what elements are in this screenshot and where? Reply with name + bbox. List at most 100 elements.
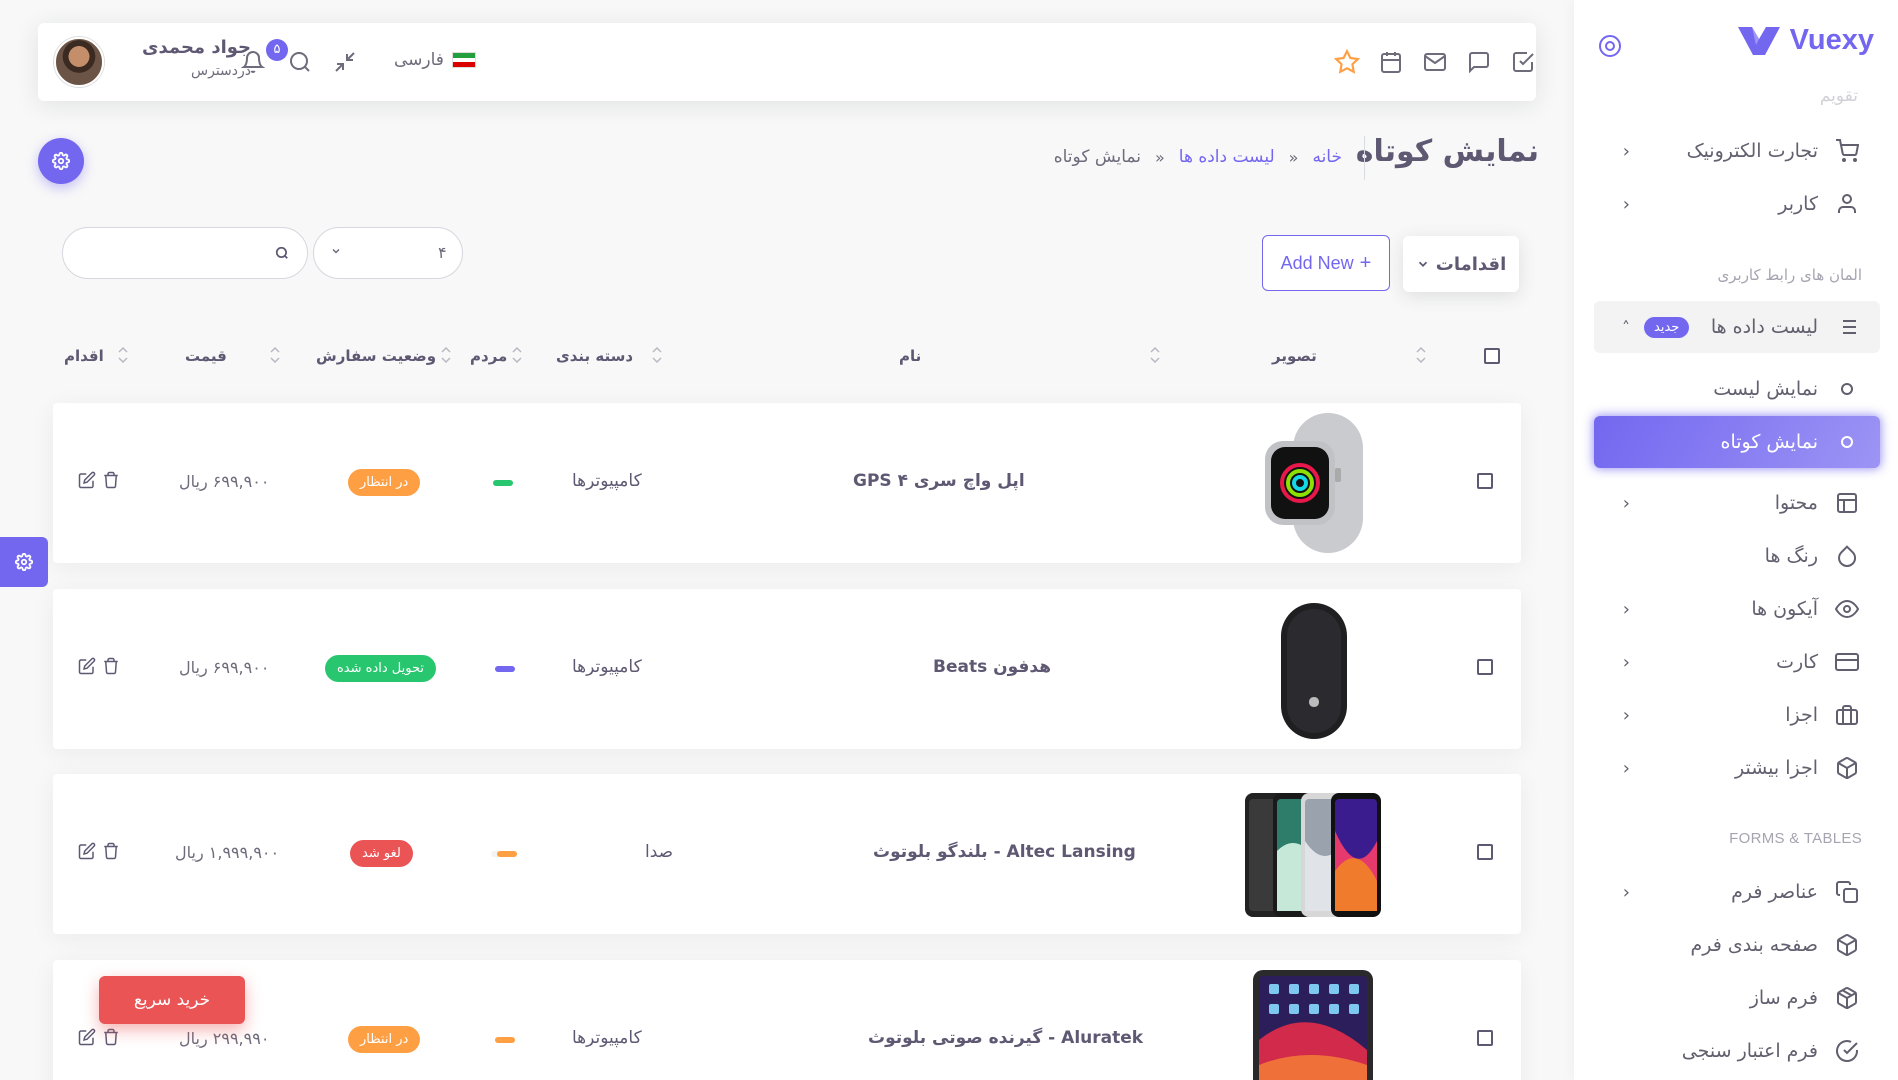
language-dropdown[interactable]: فارسی [394,50,476,70]
section-header-forms: FORMS & TABLES [1729,830,1862,847]
sidebar-item-ecommerce[interactable]: تجارت الکترونیک ‹ [1594,125,1880,177]
avatar[interactable] [54,37,104,87]
sidebar-item-components[interactable]: اجزا ‹ [1594,689,1880,741]
chevron-left-icon: ‹ [1622,140,1630,162]
search-input[interactable] [81,240,261,266]
sidebar-item-datatable[interactable]: لیست داده ها جدید ˄ [1594,301,1880,353]
header-price[interactable]: قیمت [185,347,227,365]
product-price: ۱,۹۹۹,۹۰۰ ریال [175,843,280,862]
status-badge: لغو شد [350,840,413,867]
header-name[interactable]: نام [899,347,921,365]
edit-icon[interactable] [78,471,96,489]
sidebar-item-label: نمایش لیست [1713,378,1818,400]
trash-icon[interactable] [102,657,120,675]
gear-icon [15,553,33,571]
select-all-checkbox[interactable] [1484,348,1500,364]
product-image-iphones [1243,791,1383,919]
sidebar-item-colors[interactable]: رنگ ها [1594,530,1880,582]
sort-icon[interactable] [118,347,128,363]
settings-button[interactable] [38,138,84,184]
sidebar-item-form-layout[interactable]: صفحه بندی فرم [1594,919,1880,971]
sidebar-item-content[interactable]: محتوا ‹ [1594,477,1880,529]
calendar-icon[interactable] [1378,49,1404,75]
sidebar-item-form-validation[interactable]: فرم اعتبار سنجی [1594,1025,1880,1077]
layout-icon [1834,490,1860,516]
sort-icon[interactable] [1416,347,1426,363]
row-checkbox[interactable] [1477,844,1493,860]
header-status[interactable]: وضعیت سفارش [316,347,436,365]
breadcrumb-home[interactable]: خانه [1312,147,1342,167]
product-name: هدفون Beats [933,657,1052,677]
table-row[interactable]: Altec Lansing - بلندگو بلوتوث صدا لغو شد… [53,774,1521,934]
search-field[interactable] [62,227,308,279]
sort-icon[interactable] [441,347,451,363]
trash-icon[interactable] [102,1028,120,1046]
sidebar: Vuexy تقویم تجارت الکترونیک ‹ کاربر ‹ ال… [1574,0,1898,1080]
product-price: ۶۹۹,۹۰۰ ریال [179,658,270,677]
header-popularity[interactable]: مردم [470,347,507,365]
popularity-bar [495,1037,515,1043]
minimize-icon[interactable] [332,49,358,75]
row-checkbox[interactable] [1477,473,1493,489]
package-icon [1834,985,1860,1011]
edit-icon[interactable] [78,842,96,860]
sidebar-subitem-list-view[interactable]: نمایش لیست [1594,363,1880,415]
sort-icon[interactable] [270,347,280,363]
bell-icon[interactable] [240,49,266,75]
brand[interactable]: Vuexy [1737,24,1874,57]
table-row[interactable]: اپل واچ سری ۴ GPS کامپیوترها در انتظار ۶… [53,403,1521,563]
sidebar-toggle-icon[interactable] [1598,34,1622,58]
chevron-left-icon: ‹ [1622,492,1630,514]
product-name: Altec Lansing - بلندگو بلوتوث [873,842,1136,862]
search-icon[interactable] [287,49,313,75]
user-name[interactable]: جواد محمدی [142,37,251,58]
header-category[interactable]: دسته بندی [556,347,633,365]
brand-name: Vuexy [1789,24,1874,56]
sidebar-item-extra-components[interactable]: اجزا بیشتر ‹ [1594,742,1880,794]
edit-icon[interactable] [78,1028,96,1046]
sidebar-item-user[interactable]: کاربر ‹ [1594,178,1880,230]
actions-label: اقدامات [1435,253,1507,275]
chat-icon[interactable] [1466,49,1492,75]
sidebar-item-card[interactable]: کارت ‹ [1594,636,1880,688]
circle-icon [1834,376,1860,402]
per-page-select[interactable]: ۴ [313,227,463,279]
sidebar-item-form-wizard[interactable]: فرم ساز [1594,972,1880,1024]
table-row[interactable]: Aluratek - گیرنده صوتی بلوتوث کامپیوترها… [53,960,1521,1080]
table-row[interactable]: هدفون Beats کامپیوترها تحویل داده شده ۶۹… [53,589,1521,749]
sidebar-subitem-thumb-view[interactable]: نمایش کوتاه [1594,416,1880,468]
credit-card-icon [1834,649,1860,675]
add-new-button[interactable]: Add New + [1262,235,1390,291]
product-image-magic-mouse [1279,601,1349,741]
list-icon [1834,314,1860,340]
iran-flag-icon [451,52,476,68]
chevron-left-icon: ‹ [1622,598,1630,620]
sidebar-item-icons[interactable]: آیکون ها ‹ [1594,583,1880,635]
sort-icon[interactable] [1150,347,1160,363]
cart-icon [1834,138,1860,164]
product-image-apple-watch [1253,413,1373,553]
mail-icon[interactable] [1422,49,1448,75]
sort-icon[interactable] [652,347,662,363]
status-badge: در انتظار [348,1026,421,1053]
sidebar-item-faded[interactable]: تقویم [1820,86,1858,106]
chevron-left-icon: ‹ [1622,881,1630,903]
customizer-toggle[interactable] [0,537,48,587]
edit-icon[interactable] [78,657,96,675]
row-checkbox[interactable] [1477,1030,1493,1046]
chevron-up-icon: ˄ [1622,317,1630,337]
sort-icon[interactable] [512,347,522,363]
breadcrumb-current: نمایش کوتاه [1053,147,1141,167]
star-icon[interactable] [1334,49,1360,75]
trash-icon[interactable] [102,471,120,489]
todo-icon[interactable] [1510,49,1536,75]
header-image: تصویر [1272,347,1317,365]
buy-now-button[interactable]: خرید سریع [99,976,245,1024]
row-checkbox[interactable] [1477,659,1493,675]
sidebar-item-label: صفحه بندی فرم [1690,934,1818,956]
breadcrumb-datatable[interactable]: لیست داده ها [1179,147,1275,167]
trash-icon[interactable] [102,842,120,860]
actions-dropdown-button[interactable]: اقدامات [1403,236,1519,292]
sidebar-item-form-elements[interactable]: عناصر فرم ‹ [1594,866,1880,918]
chevron-left-icon: ‹ [1622,704,1630,726]
